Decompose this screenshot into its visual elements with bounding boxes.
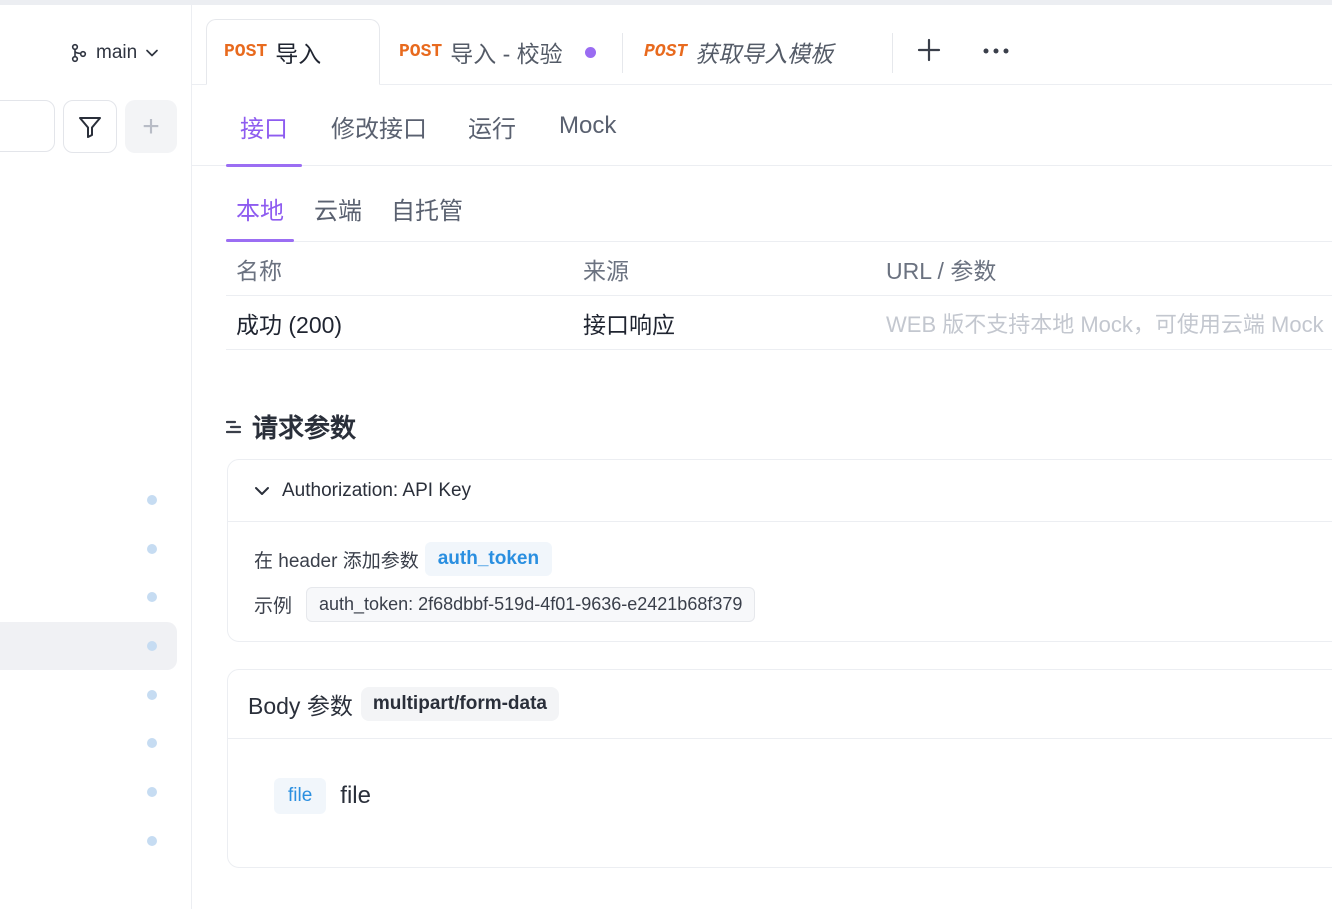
plus-icon: + [142, 109, 160, 143]
tree-row-selected[interactable] [0, 622, 177, 670]
tab-label: 获取导入模板 [695, 41, 834, 67]
mock-tab-cloud[interactable]: 云端 [304, 176, 372, 241]
auth-header-text: Authorization: API Key [282, 479, 472, 501]
subnav-tab-edit[interactable]: 修改接口 [317, 86, 441, 166]
subnav-tab-mock[interactable]: Mock [545, 86, 630, 166]
method-post-label: POST [644, 42, 688, 62]
mock-tab-self-hosted[interactable]: 自托管 [381, 176, 473, 241]
tree-dot-icon [147, 495, 157, 505]
table-header-row: 名称 来源 URL / 参数 [226, 242, 1332, 296]
mock-tabs: 本地 云端 自托管 [226, 176, 1332, 242]
mock-tab-local[interactable]: 本地 [226, 176, 294, 242]
param-type-badge: file [274, 778, 327, 814]
git-branch-icon [71, 43, 87, 63]
tab-divider [622, 33, 623, 73]
filter-button[interactable] [63, 100, 117, 153]
mock-source-cell: 接口响应 [583, 312, 675, 338]
body-param-row[interactable]: file file [274, 778, 371, 814]
tree-dot-icon [147, 690, 157, 700]
method-post-label: POST [224, 42, 268, 62]
new-tab-button[interactable] [914, 35, 944, 65]
chevron-down-icon [255, 486, 269, 495]
tab-label: 导入 [275, 41, 322, 67]
body-params-card: Body 参数 multipart/form-data file file [227, 669, 1332, 868]
tree-dot-icon [147, 738, 157, 748]
tree-dot-icon [147, 592, 157, 602]
filter-icon [79, 116, 101, 138]
branch-selector[interactable]: main [70, 41, 159, 65]
column-header-name: 名称 [236, 258, 282, 284]
api-subnav: 接口 修改接口 运行 Mock [192, 86, 1332, 167]
tree-row[interactable] [0, 719, 177, 767]
auth-header-line: 在 header 添加参数 auth_token [254, 542, 553, 576]
branch-name: main [96, 42, 138, 63]
example-value[interactable]: auth_token: 2f68dbbf-519d-4f01-9636-e242… [306, 587, 756, 622]
column-header-source: 来源 [583, 258, 629, 284]
param-name: file [340, 782, 371, 809]
auth-card: Authorization: API Key 在 header 添加参数 aut… [227, 459, 1332, 642]
tab-import[interactable]: POST 导入 [206, 19, 380, 85]
sidebar: main + [0, 5, 192, 909]
tree-row[interactable] [0, 768, 177, 816]
more-tabs-button[interactable] [982, 37, 1010, 65]
tree-row[interactable] [0, 476, 177, 524]
add-button[interactable]: + [125, 100, 177, 153]
tab-bar: POST 导入 POST 导入 - 校验 POST 获取导入模板 [192, 5, 1332, 85]
request-params-heading: 请求参数 [226, 408, 356, 445]
table-row[interactable]: 成功 (200) 接口响应 WEB 版不支持本地 Mock，可使用云端 Mock [226, 296, 1332, 350]
mock-name-cell: 成功 (200) [236, 312, 343, 338]
content-type-badge: multipart/form-data [360, 687, 560, 721]
auth-collapse-header[interactable]: Authorization: API Key [228, 460, 1332, 522]
auth-param-chip[interactable]: auth_token [424, 542, 553, 576]
mock-table: 名称 来源 URL / 参数 成功 (200) 接口响应 WEB 版不支持本地 … [226, 242, 1332, 350]
tab-import-validate[interactable]: POST 导入 - 校验 [399, 19, 596, 85]
tree-dot-icon [147, 641, 157, 651]
method-post-label: POST [399, 42, 443, 62]
example-label: 示例 [254, 596, 293, 617]
auth-example-line: 示例 auth_token: 2f68dbbf-519d-4f01-9636-e… [254, 587, 756, 622]
plus-icon [917, 38, 941, 62]
tree-dot-icon [147, 836, 157, 846]
mock-url-cell: WEB 版不支持本地 Mock，可使用云端 Mock [886, 312, 1324, 337]
column-header-url: URL / 参数 [886, 258, 997, 284]
tree-dot-icon [147, 787, 157, 797]
tab-get-import-template[interactable]: POST 获取导入模板 [644, 19, 833, 85]
more-icon [983, 48, 1009, 54]
tree-row[interactable] [0, 525, 177, 573]
subnav-tab-run[interactable]: 运行 [454, 86, 530, 166]
body-params-header: Body 参数 multipart/form-data [228, 670, 1332, 739]
search-input[interactable] [0, 100, 55, 152]
subnav-tab-api[interactable]: 接口 [226, 86, 302, 167]
chevron-down-icon [146, 49, 159, 57]
tree-row[interactable] [0, 817, 177, 865]
list-indent-icon [226, 420, 242, 433]
body-title: Body 参数 [248, 693, 353, 719]
tree-dot-icon [147, 544, 157, 554]
tree-row[interactable] [0, 573, 177, 621]
tab-label: 导入 - 校验 [450, 41, 563, 67]
tree-row[interactable] [0, 671, 177, 719]
auth-line-text: 在 header 添加参数 [254, 550, 419, 572]
tab-divider [892, 33, 893, 73]
unsaved-dot-icon [584, 46, 596, 58]
section-title: 请求参数 [252, 413, 357, 443]
